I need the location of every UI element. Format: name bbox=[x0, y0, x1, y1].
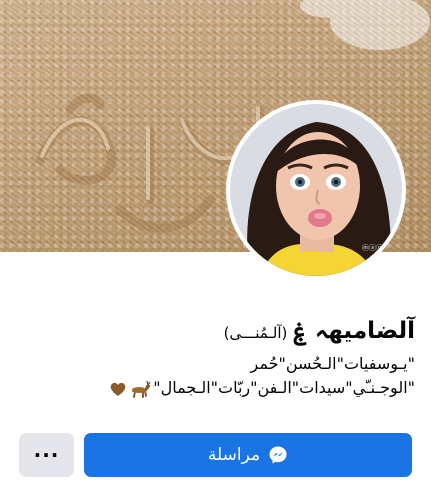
profile-alt-name: (آلـمُنـــى) bbox=[223, 324, 288, 342]
profile-avatar[interactable]: ⓜⓐⓝⓐ bbox=[226, 100, 406, 280]
more-options-icon: ··· bbox=[33, 443, 60, 467]
messenger-icon bbox=[269, 446, 287, 464]
avatar-image: ⓜⓐⓝⓐ bbox=[230, 104, 402, 276]
more-options-button[interactable]: ··· bbox=[19, 433, 74, 477]
message-button[interactable]: مراسلة bbox=[84, 433, 412, 477]
message-button-label: مراسلة bbox=[207, 445, 261, 465]
bio-line-1: "يـوسفيات"الـحُسن"حُمر bbox=[250, 354, 415, 373]
profile-name: آلضاميهہ ۼ bbox=[293, 318, 415, 344]
deer-icon bbox=[132, 380, 151, 398]
profile-bio: "يـوسفيات"الـحُسن"حُمر "الوجـنـّي"سيدات"… bbox=[15, 352, 415, 400]
profile-name-row: آلضاميهہ ۼ (آلـمُنـــى) bbox=[224, 318, 415, 344]
brown-heart-icon bbox=[110, 382, 126, 396]
bio-line-2: "الوجـنـّي"سيدات"الـفن"ربّات"الـجمال" bbox=[15, 376, 415, 400]
